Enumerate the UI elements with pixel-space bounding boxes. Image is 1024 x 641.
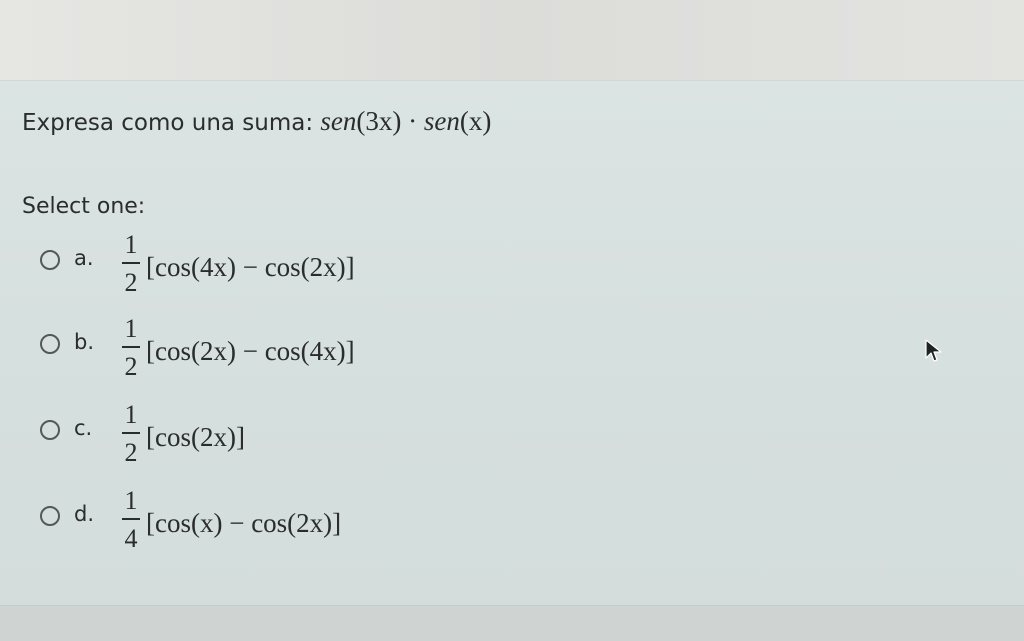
answer-option-a[interactable]: a. 1 2 [cos(4x) − cos(2x)] [40,232,460,310]
fraction-bar [122,346,140,348]
radio-button-b[interactable] [40,334,60,354]
option-letter: d. [74,502,95,526]
question-formula: sen(3x) · sen(x) [320,106,492,136]
fraction-denominator: 4 [124,524,138,553]
option-expression: [cos(2x) − cos(4x)] [146,336,355,366]
fraction: 1 4 [120,488,142,552]
fraction-bar [122,432,140,434]
select-one-label: Select one: [22,194,146,219]
fraction: 1 2 [120,402,142,466]
answer-option-d[interactable]: d. 1 4 [cos(x) − cos(2x)] [40,488,460,566]
option-expression: [cos(4x) − cos(2x)] [146,252,355,282]
option-letter: b. [74,330,95,354]
question-text: Expresa como una suma: sen(3x) · sen(x) [22,106,491,137]
fraction-denominator: 2 [124,438,138,467]
fraction-numerator: 1 [124,230,138,259]
fraction-denominator: 2 [124,352,138,381]
option-letter: c. [74,416,93,440]
fraction-bar [122,518,140,520]
top-background [0,0,1024,80]
option-letter: a. [74,246,94,270]
fraction-denominator: 2 [124,268,138,297]
bottom-background [0,605,1024,641]
radio-button-a[interactable] [40,250,60,270]
fraction: 1 2 [120,316,142,380]
screen: Expresa como una suma: sen(3x) · sen(x) … [0,0,1024,641]
fraction-numerator: 1 [124,486,138,515]
fraction-numerator: 1 [124,400,138,429]
answer-option-c[interactable]: c. 1 2 [cos(2x)] [40,402,460,480]
answer-option-b[interactable]: b. 1 2 [cos(2x) − cos(4x)] [40,316,460,394]
radio-button-c[interactable] [40,420,60,440]
fraction-bar [122,262,140,264]
option-expression: [cos(x) − cos(2x)] [146,508,342,538]
option-expression: [cos(2x)] [146,422,245,452]
fraction-numerator: 1 [124,314,138,343]
fraction: 1 2 [120,232,142,296]
radio-button-d[interactable] [40,506,60,526]
question-label: Expresa como una suma: [22,110,314,136]
arrow-cursor-icon [925,339,942,362]
